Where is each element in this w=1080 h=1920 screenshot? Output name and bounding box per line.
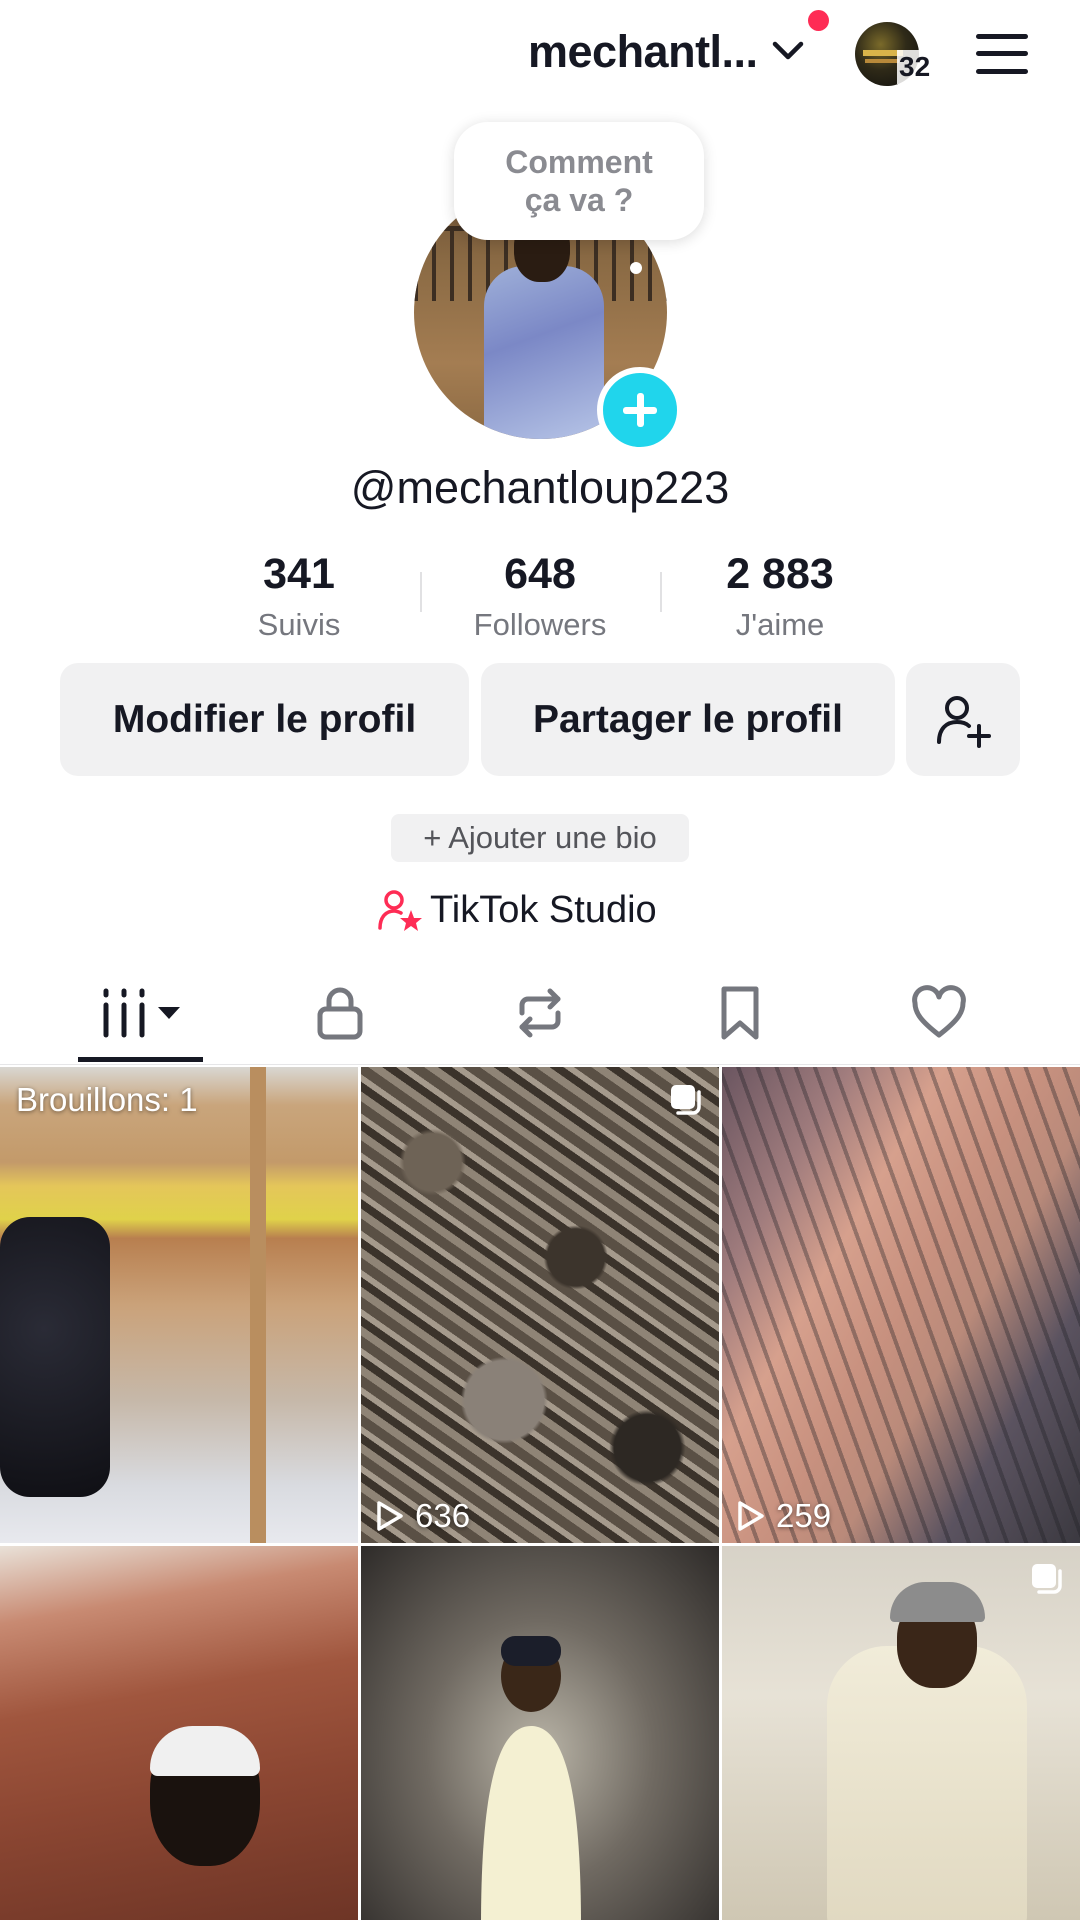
multi-photo-icon [1032,1564,1062,1594]
active-tab-indicator [78,1057,203,1062]
tab-divider [0,1064,1080,1065]
bookmark-icon[interactable] [712,985,768,1041]
grid-item-video[interactable] [722,1546,1080,1920]
multi-photo-icon [671,1085,701,1115]
stat-followers-label: Followers [473,607,607,642]
grid-item-video[interactable]: 636 [361,1067,719,1543]
studio-icon [378,890,422,931]
stat-likes-label: J'aime [735,607,825,642]
profile-handle: @mechantloup223 [350,462,730,513]
stat-likes-value: 2 883 [726,550,834,598]
notification-dot [808,10,829,31]
videos-grid-icon [103,988,180,1038]
grid-item-video[interactable] [0,1546,358,1920]
view-count-value: 636 [415,1497,471,1534]
lock-icon[interactable] [312,985,368,1041]
tiktok-studio-label: TikTok Studio [430,888,657,931]
add-user-icon [937,695,991,748]
tab-videos[interactable] [100,985,184,1041]
add-friend-button[interactable] [906,663,1020,776]
stat-following-label: Suivis [257,607,341,642]
add-story-button[interactable] [597,367,683,453]
stat-followers-value: 648 [504,550,576,598]
heart-icon[interactable] [911,985,967,1041]
stat-followers[interactable]: 648 Followers [420,548,660,648]
play-icon [738,1501,764,1531]
status-bubble[interactable]: Comment ça va ? [454,122,704,240]
repost-icon[interactable] [512,985,568,1041]
stat-following-value: 341 [263,550,335,598]
add-bio-button[interactable]: + Ajouter une bio [391,814,689,862]
stat-following[interactable]: 341 Suivis [179,548,419,648]
status-bubble-text: Comment ça va ? [505,144,653,218]
profile-switcher-username[interactable]: mechantl... [528,22,758,82]
play-icon [377,1501,403,1531]
view-count: 259 [736,1497,831,1535]
stat-likes[interactable]: 2 883 J'aime [660,548,900,648]
edit-profile-button[interactable]: Modifier le profil [60,663,469,776]
grid-item-video[interactable]: 259 [722,1067,1080,1543]
menu-icon[interactable] [976,34,1028,74]
share-profile-button[interactable]: Partager le profil [481,663,895,776]
grid-item-video[interactable] [361,1546,719,1920]
grid-item-drafts[interactable]: Brouillons: 1 [0,1067,358,1543]
tile-figure [481,1636,581,1920]
drafts-label: Brouillons: 1 [16,1081,198,1118]
view-count: 636 [375,1497,470,1535]
chevron-down-icon[interactable] [771,34,805,68]
view-count-value: 259 [776,1497,832,1534]
tiktok-studio-link[interactable]: TikTok Studio [378,882,657,938]
inbox-badge-count: 32 [897,50,933,84]
